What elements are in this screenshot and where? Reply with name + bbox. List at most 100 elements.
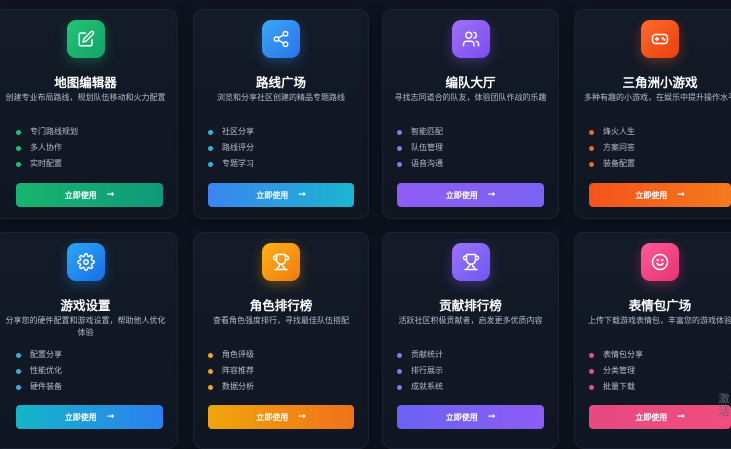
use-now-button[interactable]: 立即使用 → — [208, 405, 354, 429]
feature-label: 智能匹配 — [411, 127, 443, 136]
feature-card-2[interactable]: 路线广场浏览和分享社区创建的精品专题路线社区分享路线评分专题学习立即使用 → — [193, 9, 369, 219]
card-title: 游戏设置 — [60, 298, 111, 313]
bullet-dot-icon — [589, 129, 594, 135]
feature-label: 专门路线规划 — [30, 127, 78, 136]
button-label: 立即使用 — [64, 412, 97, 422]
card-title: 编队大厅 — [445, 75, 496, 90]
feature-label: 批量下载 — [603, 382, 635, 391]
feature-label: 配置分享 — [30, 350, 62, 359]
edit-icon — [66, 20, 105, 58]
feature-label: 路线评分 — [222, 143, 254, 152]
arrow-right-icon: → — [298, 412, 306, 422]
feature-label: 贡献统计 — [411, 350, 443, 359]
card-title: 表情包广场 — [628, 298, 692, 313]
button-label: 立即使用 — [445, 190, 478, 200]
bullet-dot-icon — [208, 161, 213, 167]
bullet-dot-icon — [397, 145, 402, 151]
bullet-dot-icon — [589, 145, 594, 151]
arrow-right-icon: → — [106, 190, 115, 200]
arrow-right-icon: → — [677, 190, 685, 200]
bullet-dot-icon — [208, 384, 213, 390]
use-now-button[interactable]: 立即使用 → — [16, 183, 163, 207]
card-description: 浏览和分享社区创建的精品专题路线 — [217, 93, 345, 102]
feature-item: 成就系统 — [397, 379, 443, 395]
button-label: 立即使用 — [445, 412, 478, 422]
feature-card-3[interactable]: 编队大厅 寻找志同道合的队友，体验团队作战的乐趣 智能匹配 队伍管理 语音沟通 立即使用 → — [382, 9, 559, 219]
feature-card-7[interactable]: 贡献排行榜 活跃社区积极贡献者，启发更多优质内容 贡献统计 排行展示 成就系统 立即使用 → — [382, 232, 559, 449]
feature-label: 角色评级 — [222, 350, 254, 359]
arrow-right-icon: → — [677, 412, 685, 422]
bullet-dot-icon — [397, 352, 402, 358]
feature-item: 烽火人生 — [589, 124, 635, 140]
feature-label: 数据分析 — [222, 382, 254, 391]
feature-item: 方案问答 — [589, 140, 635, 156]
feature-label: 方案问答 — [603, 143, 635, 152]
bullet-dot-icon — [589, 161, 594, 167]
feature-label: 分类管理 — [603, 366, 635, 375]
use-now-button[interactable]: 立即使用 → — [16, 405, 163, 429]
feature-item: 阵容推荐 — [208, 363, 254, 379]
feature-label: 装备配置 — [603, 159, 635, 168]
bullet-dot-icon — [16, 129, 21, 135]
feature-item: 批量下载 — [589, 379, 643, 395]
feature-item: 硬件装备 — [16, 379, 62, 395]
button-label: 立即使用 — [256, 190, 289, 200]
feature-label: 表情包分享 — [603, 350, 643, 359]
use-now-button[interactable]: 立即使用 → — [208, 183, 354, 207]
feature-item: 队伍管理 — [397, 140, 443, 156]
feature-item: 智能匹配 — [397, 124, 443, 140]
feature-list: 表情包分享分类管理批量下载 — [589, 347, 643, 395]
bullet-dot-icon — [16, 384, 21, 390]
feature-list: 社区分享路线评分专题学习 — [208, 124, 254, 172]
use-now-button[interactable]: 立即使用 → — [589, 183, 731, 207]
feature-label: 社区分享 — [222, 127, 254, 136]
feature-label: 烽火人生 — [603, 127, 635, 136]
feature-card-1[interactable]: 地图编辑器 创建专业布局路线，规划队伍移动和火力配置 专门路线规划 多人协作 实时配置立… — [0, 9, 178, 219]
card-title: 地图编辑器 — [54, 75, 117, 90]
bullet-dot-icon — [208, 352, 213, 358]
feature-label: 多人协作 — [30, 143, 62, 152]
bullet-dot-icon — [16, 352, 21, 358]
feature-list: 智能匹配 队伍管理 语音沟通 — [397, 124, 443, 172]
card-description: 上传下载游戏表情包，丰富您的游戏体验 — [588, 316, 731, 325]
bullet-dot-icon — [208, 129, 213, 135]
feature-label: 硬件装备 — [30, 382, 62, 391]
feature-item: 分类管理 — [589, 363, 643, 379]
feature-item: 专题学习 — [208, 156, 254, 172]
feature-label: 排行展示 — [411, 366, 443, 375]
feature-list: 烽火人生方案问答装备配置 — [589, 124, 635, 172]
feature-item: 排行展示 — [397, 363, 443, 379]
button-label: 立即使用 — [635, 412, 668, 422]
feature-item: 实时配置 — [16, 156, 78, 172]
feature-card-8[interactable]: 表情包广场上传下载游戏表情包，丰富您的游戏体验表情包分享分类管理批量下载立即使用… — [574, 232, 731, 449]
card-title: 角色排行榜 — [249, 298, 313, 313]
feature-card-4[interactable]: 三角洲小游戏 多种有趣的小游戏，在娱乐中提升操作水平 烽火人生 方案问答 装备配置 立即使… — [574, 9, 731, 219]
bullet-dot-icon — [16, 161, 21, 167]
watermark-text: 激活 — [718, 392, 730, 418]
bullet-dot-icon — [208, 145, 213, 151]
feature-list: 配置分享性能优化硬件装备 — [16, 347, 62, 395]
feature-item: 数据分析 — [208, 379, 254, 395]
feature-label: 实时配置 — [30, 159, 62, 168]
card-title: 三角洲小游戏 — [622, 75, 698, 90]
users-icon — [451, 20, 490, 58]
bullet-dot-icon — [397, 129, 402, 135]
feature-item: 表情包分享 — [589, 347, 643, 363]
use-now-button[interactable]: 立即使用 → — [589, 405, 731, 429]
arrow-right-icon: → — [487, 412, 496, 422]
bullet-dot-icon — [589, 384, 594, 390]
feature-card-6[interactable]: 角色排行榜 查看角色强度排行，寻找最佳队伍搭配 角色评级 阵容推荐 数据分析 立即使用 → — [193, 232, 369, 449]
feature-label: 性能优化 — [30, 366, 62, 375]
bullet-dot-icon — [589, 368, 594, 374]
feature-item: 配置分享 — [16, 347, 62, 363]
use-now-button[interactable]: 立即使用 → — [397, 183, 544, 207]
feature-grid: 地图编辑器 创建专业布局路线，规划队伍移动和火力配置 专门路线规划 多人协作 实时配置立… — [0, 0, 731, 449]
use-now-button[interactable]: 立即使用 → — [397, 405, 544, 429]
card-title: 路线广场 — [255, 75, 306, 90]
arrow-right-icon: → — [298, 190, 306, 200]
feature-card-5[interactable]: 游戏设置 分享您的硬件配置和游戏设置，帮助他人优化体验 配置分享 性能优化 硬件装备 立即… — [0, 232, 178, 449]
share-icon — [262, 20, 300, 58]
card-description: 活跃社区积极贡献者，启发更多优质内容 — [398, 316, 543, 325]
bullet-dot-icon — [208, 368, 213, 374]
feature-item: 性能优化 — [16, 363, 62, 379]
